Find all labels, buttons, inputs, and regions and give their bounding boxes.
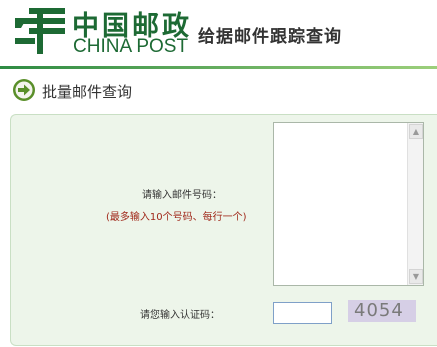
header: 中国邮政 CHINA POST 给据邮件跟踪查询 <box>0 0 437 66</box>
scroll-down-icon[interactable]: ▼ <box>409 269 423 284</box>
arrow-right-circle-icon <box>13 79 35 101</box>
header-divider <box>0 66 437 69</box>
china-post-logo <box>15 8 65 54</box>
mail-numbers-textarea[interactable]: ▲ ▼ <box>273 122 424 286</box>
captcha-label: 请您输入认证码： <box>140 310 220 321</box>
captcha-image[interactable]: 4054 <box>348 300 416 322</box>
mail-number-hint: (最多输入10个号码、每行一个) <box>106 212 247 223</box>
textarea-scrollbar[interactable]: ▲ ▼ <box>407 123 423 285</box>
page-title: 给据邮件跟踪查询 <box>198 27 342 47</box>
section-title: 批量邮件查询 <box>42 83 133 101</box>
scroll-up-icon[interactable]: ▲ <box>409 124 423 139</box>
brand-name-english: CHINA POST <box>73 36 189 57</box>
mail-number-label: 请输入邮件号码： <box>142 190 222 201</box>
section-heading: 批量邮件查询 <box>12 78 432 104</box>
captcha-code: 4054 <box>354 300 404 321</box>
captcha-input[interactable] <box>273 302 332 324</box>
